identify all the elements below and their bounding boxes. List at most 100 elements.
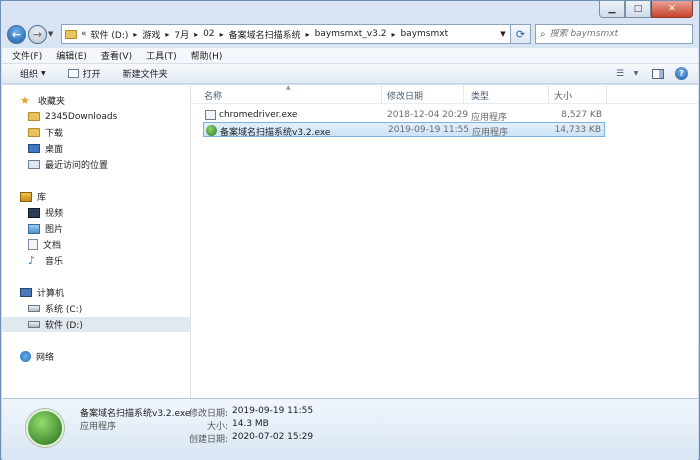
- main-area: ★ 收藏夹 2345Downloads 下载 桌面 最近访问的位置 库 视频 图片: [2, 84, 698, 398]
- caret-down-icon: ▼: [41, 70, 46, 77]
- file-type: 应用程序: [472, 128, 509, 138]
- organize-button[interactable]: 组织 ▼: [20, 67, 46, 80]
- crumb-separator-icon[interactable]: ▸: [194, 30, 198, 39]
- nav-item-recent-places[interactable]: 最近访问的位置: [2, 157, 190, 172]
- nav-computer[interactable]: 计算机: [2, 285, 190, 300]
- breadcrumb-july[interactable]: 7月 ▸: [174, 28, 203, 41]
- breadcrumb-games[interactable]: 游戏 ▸: [142, 28, 174, 41]
- address-bar[interactable]: « 软件 (D:) ▸ 游戏 ▸ 7月 ▸ 02 ▸ 备案域名扫描系统 ▸ baymsmx…: [61, 24, 511, 44]
- video-icon: [28, 207, 40, 218]
- crumb-separator-icon[interactable]: ▸: [306, 30, 310, 39]
- computer-icon: [20, 288, 32, 297]
- recent-places-icon: [28, 160, 40, 169]
- maximize-button[interactable]: □: [625, 1, 651, 18]
- file-row-scanner[interactable]: 备案域名扫描系统v3.2.exe 2019-09-19 11:55 应用程序 1…: [203, 122, 605, 138]
- explorer-window: ▁ □ ✕ ← → ▼ « 软件 (D:) ▸ 游戏 ▸ 7月 ▸ 02 ▸ 备案域名扫…: [0, 0, 700, 460]
- nav-item-label: 系统 (C:): [45, 305, 83, 315]
- navigation-pane: ★ 收藏夹 2345Downloads 下载 桌面 最近访问的位置 库 视频 图片: [2, 85, 191, 398]
- help-icon[interactable]: ?: [675, 67, 688, 80]
- preview-pane-icon: [652, 68, 664, 79]
- crumb-label: 02: [203, 29, 215, 39]
- search-input[interactable]: [549, 29, 680, 39]
- crumb-separator-icon[interactable]: ▸: [220, 30, 224, 39]
- nav-item-pictures[interactable]: 图片: [2, 221, 190, 236]
- arrow-left-icon: ←: [11, 27, 22, 41]
- view-controls: ☰ ▼ ?: [605, 67, 688, 80]
- command-bar: 组织 ▼ 打开 新建文件夹 ☰ ▼ ?: [2, 64, 698, 84]
- column-divider[interactable]: [548, 85, 549, 104]
- nav-libraries[interactable]: 库: [2, 189, 190, 204]
- crumb-separator-icon[interactable]: ▸: [133, 30, 137, 39]
- desktop-icon: [28, 144, 40, 153]
- breadcrumb-02[interactable]: 02 ▸: [203, 29, 228, 39]
- breadcrumb-current[interactable]: baymsmxt: [400, 29, 448, 39]
- recent-pages-dropdown[interactable]: ▼: [48, 30, 58, 38]
- details-size-label: 大小:: [206, 422, 228, 432]
- library-icon: [20, 191, 32, 202]
- nav-item-label: 文档: [43, 241, 62, 251]
- nav-drive-d[interactable]: 软件 (D:): [2, 317, 190, 332]
- document-icon: [28, 239, 38, 250]
- downloads-folder-icon: [28, 128, 40, 137]
- nav-item-label: 2345Downloads: [45, 111, 118, 122]
- scanner-app-large-icon: [26, 409, 64, 447]
- column-divider[interactable]: [606, 85, 607, 104]
- nav-item-music[interactable]: ♪ 音乐: [2, 253, 190, 268]
- column-type[interactable]: 类型: [471, 89, 489, 102]
- view-dropdown-icon[interactable]: ▼: [629, 67, 643, 80]
- breadcrumb-overflow[interactable]: «: [81, 29, 87, 39]
- address-row: ← → ▼ « 软件 (D:) ▸ 游戏 ▸ 7月 ▸ 02 ▸ 备案域名扫描系统 ▸ b…: [7, 23, 693, 45]
- nav-item-label: 音乐: [45, 257, 64, 267]
- nav-drive-c[interactable]: 系统 (C:): [2, 301, 190, 316]
- file-row-chromedriver[interactable]: chromedriver.exe 2018-12-04 20:29 应用程序 8…: [203, 108, 605, 123]
- nav-favorites[interactable]: ★ 收藏夹: [2, 93, 190, 108]
- menu-edit[interactable]: 编辑(E): [56, 49, 87, 62]
- nav-item-videos[interactable]: 视频: [2, 205, 190, 220]
- nav-item-downloads[interactable]: 下载: [2, 125, 190, 140]
- nav-item-desktop[interactable]: 桌面: [2, 141, 190, 156]
- forward-button[interactable]: →: [28, 24, 47, 44]
- preview-pane-button[interactable]: [651, 67, 665, 80]
- crumb-separator-icon[interactable]: ▸: [391, 30, 395, 39]
- application-icon: [205, 110, 216, 120]
- menu-tools[interactable]: 工具(T): [146, 49, 177, 62]
- column-name[interactable]: 名称: [204, 89, 222, 102]
- view-options-icon[interactable]: ☰: [613, 67, 627, 80]
- crumb-separator-icon[interactable]: ▸: [165, 30, 169, 39]
- file-name: chromedriver.exe: [219, 110, 298, 120]
- nav-item-2345downloads[interactable]: 2345Downloads: [2, 109, 190, 124]
- open-icon: [67, 69, 79, 78]
- menu-view[interactable]: 查看(V): [101, 49, 132, 62]
- breadcrumb-drive[interactable]: 软件 (D:) ▸: [91, 28, 143, 41]
- crumb-label: baymsmxt: [400, 29, 449, 39]
- refresh-button[interactable]: ⟳: [511, 24, 531, 44]
- new-folder-button[interactable]: 新建文件夹: [123, 67, 168, 80]
- column-modified[interactable]: 修改日期: [387, 89, 423, 102]
- nav-item-label: 最近访问的位置: [45, 161, 109, 171]
- close-button[interactable]: ✕: [651, 1, 693, 18]
- caption-buttons: ▁ □ ✕: [599, 1, 693, 18]
- search-box[interactable]: ⌕: [535, 24, 693, 44]
- file-modified: 2019-09-19 11:55: [388, 125, 470, 135]
- breadcrumb-scanner[interactable]: 备案域名扫描系统 ▸: [229, 28, 315, 41]
- breadcrumb-version[interactable]: baymsmxt_v3.2 ▸: [315, 29, 401, 39]
- column-size[interactable]: 大小: [554, 89, 572, 102]
- crumb-label: baymsmxt_v3.2: [314, 29, 387, 39]
- nav-network[interactable]: 网络: [2, 349, 190, 364]
- column-divider[interactable]: [381, 85, 382, 104]
- folder-icon: [65, 29, 77, 39]
- network-icon: [20, 351, 31, 362]
- music-note-icon: ♪: [28, 254, 36, 267]
- picture-icon: [28, 223, 40, 234]
- address-dropdown-icon[interactable]: ▼: [496, 30, 510, 38]
- menu-file[interactable]: 文件(F): [12, 49, 42, 62]
- open-button[interactable]: 打开: [67, 67, 101, 80]
- scanner-app-icon: [206, 125, 217, 136]
- column-divider[interactable]: [463, 85, 464, 104]
- nav-item-label: 下载: [45, 129, 64, 139]
- minimize-button[interactable]: ▁: [599, 1, 625, 18]
- nav-item-label: 视频: [45, 209, 64, 219]
- back-button[interactable]: ←: [7, 24, 26, 44]
- nav-item-documents[interactable]: 文档: [2, 237, 190, 252]
- menu-help[interactable]: 帮助(H): [191, 49, 223, 62]
